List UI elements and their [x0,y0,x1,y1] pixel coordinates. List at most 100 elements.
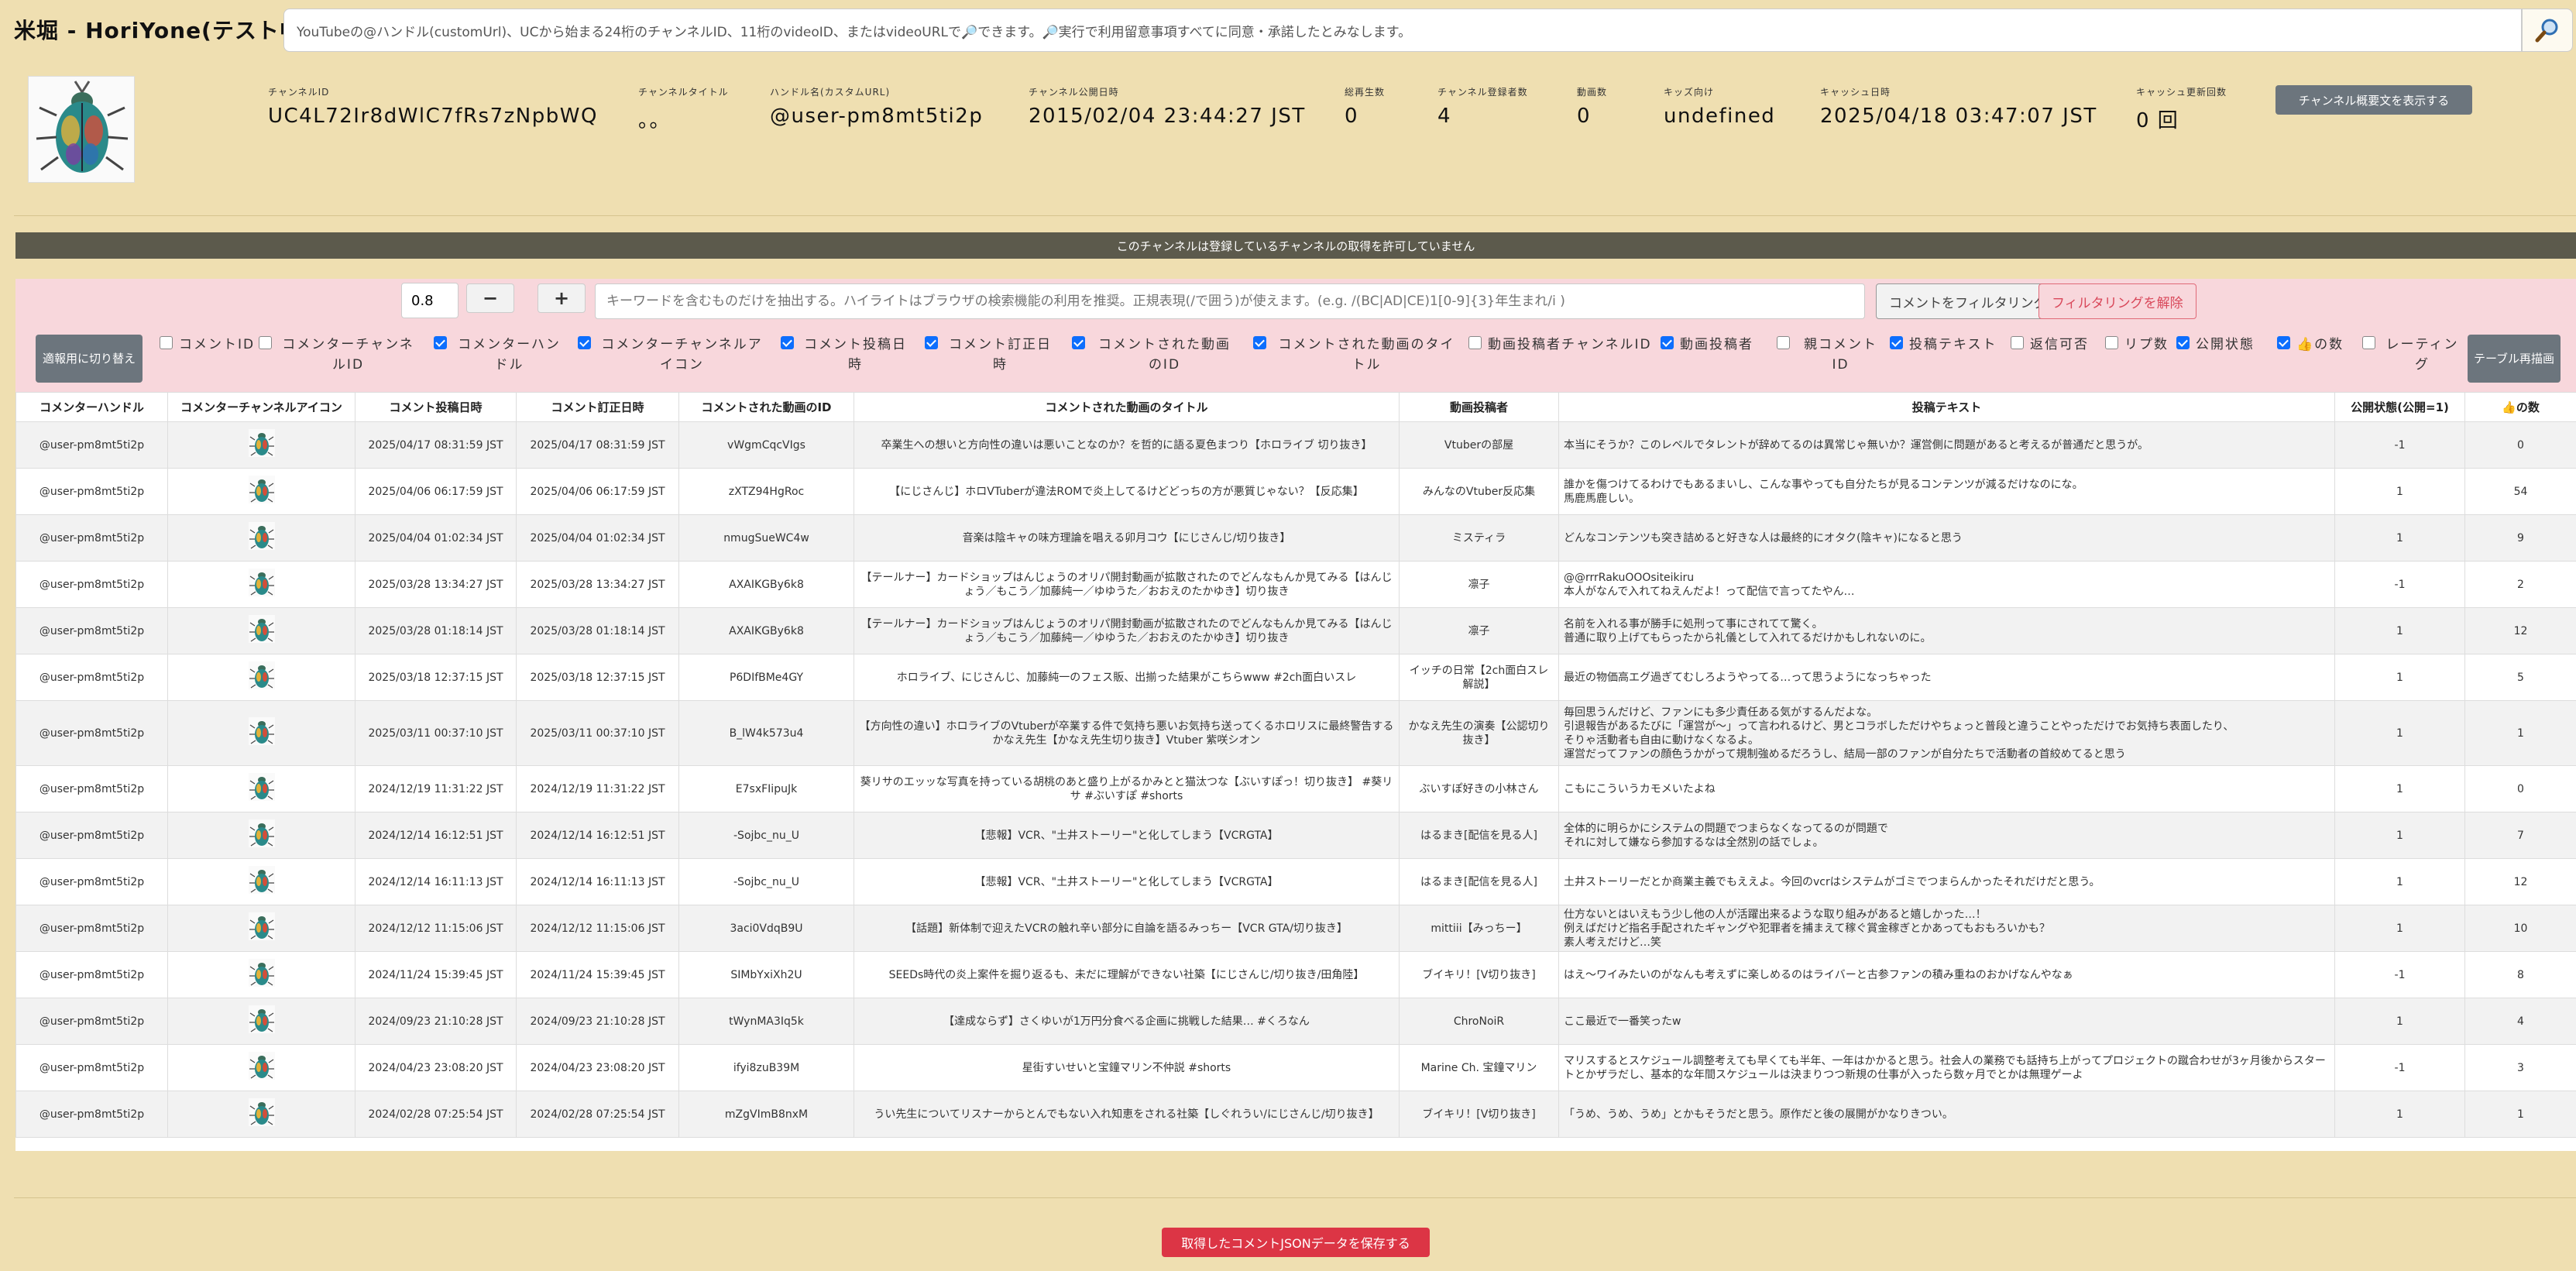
cell-edited: 2024/04/23 23:08:20 JST [516,1044,679,1091]
column-toggle[interactable]: 投稿テキスト [1890,335,2001,355]
column-toggle[interactable]: 動画投稿者チャンネルID [1468,335,1654,355]
show-description-button[interactable]: チャンネル概要文を表示する [2275,85,2472,115]
table-row: @user-pm8mt5ti2p 2024/02/28 07:25:54 JST 2… [15,1091,2576,1138]
info-label: ハンドル名(カスタムURL) [770,87,891,98]
column-toggle[interactable]: リプ数 [2105,335,2170,355]
checkbox[interactable] [1777,336,1790,349]
column-toggle[interactable]: コメンターチャンネルID [259,335,418,375]
column-header[interactable]: コメンターハンドル [15,392,168,422]
redraw-table-button[interactable]: テーブル再描画 [2468,335,2561,383]
info-value: 。。 [638,109,671,132]
column-header[interactable]: コメンターチャンネルアイコン [167,392,355,422]
commenter-avatar-icon [248,429,275,457]
column-header[interactable]: 👍の数 [2464,392,2576,422]
cell-handle: @user-pm8mt5ti2p [15,1091,168,1138]
divider [14,215,2576,216]
column-header[interactable]: 公開状態(公開=1) [2334,392,2465,422]
checkbox[interactable] [2105,336,2118,349]
cell-title: 【テールナー】カードショップはんじょうのオリパ開封動画が拡散されたのでどんなもん… [854,607,1400,654]
column-toggle[interactable]: コメントされた動画のタイトル [1253,335,1461,375]
table-row: @user-pm8mt5ti2p 2024/09/23 21:10:28 JST 2… [15,998,2576,1045]
checkbox[interactable] [259,336,272,349]
checkbox[interactable] [781,336,794,349]
increment-button[interactable]: + [538,283,586,313]
cell-uploader: 凛子 [1399,561,1559,608]
column-toggle[interactable]: コメントされた動画のID [1072,335,1238,375]
column-toggle[interactable]: 👍の数 [2277,335,2358,355]
column-toggle[interactable]: 返信可否 [2011,335,2097,355]
column-toggle[interactable]: 公開状態 [2176,335,2268,355]
comments-table-container: コメンターハンドル コメンターチャンネルアイコン コメント投稿日時 コメント訂正… [15,392,2576,1151]
column-toggle[interactable]: コメント訂正日時 [925,335,1056,375]
checkbox[interactable] [434,336,447,349]
cell-handle: @user-pm8mt5ti2p [15,998,168,1045]
cell-avatar [167,905,355,952]
keyword-input[interactable] [595,283,1865,319]
table-row: @user-pm8mt5ti2p 2024/12/14 16:12:51 JST 2… [15,812,2576,859]
info-value: undefined [1664,105,1776,128]
info-value: 2025/04/18 03:47:07 JST [1820,105,2097,128]
checkbox[interactable] [578,336,591,349]
column-toggle-label: 動画投稿者チャンネルID [1488,337,1652,352]
save-json-button[interactable]: 取得したコメントJSONデータを保存する [1162,1228,1430,1257]
cell-avatar [167,951,355,998]
column-header[interactable]: コメントされた動画のID [678,392,854,422]
column-toggle-label: コメンターチャンネルID [282,337,414,373]
switch-mode-button[interactable]: 適報用に切り替え [36,335,143,383]
column-toggle[interactable]: コメント投稿日時 [781,335,911,375]
decrement-button[interactable]: − [466,283,514,313]
column-toggle-label: コメントされた動画のタイトル [1278,337,1455,373]
threshold-input[interactable] [401,283,459,318]
table-row: @user-pm8mt5ti2p 2024/04/23 23:08:20 JST 2… [15,1044,2576,1091]
cell-likes: 12 [2464,858,2576,905]
info-value: UC4L72Ir8dWlC7fRs7zNpbWQ [268,105,598,128]
cell-video-id: zXTZ94HgRoc [678,468,854,515]
search-button[interactable] [2522,9,2573,52]
checkbox[interactable] [2362,336,2375,349]
cell-uploader: ChroNoiR [1399,998,1559,1045]
info-label: 総再生数 [1345,87,1386,98]
clear-filter-button[interactable]: フィルタリングを解除 [2038,283,2196,319]
cell-posted: 2025/03/18 12:37:15 JST [355,654,517,701]
checkbox[interactable] [2176,336,2190,349]
cell-text: 仕方ないとはいえもう少し他の人が活躍出来るような取り組みがあると嬉しかった…！ … [1558,905,2335,952]
cell-handle: @user-pm8mt5ti2p [15,765,168,812]
cell-likes: 7 [2464,812,2576,859]
cell-video-id: B_lW4k573u4 [678,700,854,766]
checkbox[interactable] [1468,336,1482,349]
column-toggle-label: コメント投稿日時 [804,337,907,373]
info-view-count: 総再生数 0 [1345,85,1385,128]
search-input[interactable] [283,9,2522,52]
checkbox[interactable] [1661,336,1674,349]
checkbox[interactable] [1253,336,1266,349]
cell-posted: 2025/03/11 00:37:10 JST [355,700,517,766]
checkbox[interactable] [925,336,938,349]
column-header[interactable]: コメントされた動画のタイトル [854,392,1400,422]
column-toggle[interactable]: コメンターチャンネルアイコン [578,335,767,375]
cell-posted: 2025/04/04 01:02:34 JST [355,514,517,562]
cell-avatar [167,421,355,469]
checkbox[interactable] [2277,336,2290,349]
column-toggle[interactable]: コメンターハンドル [434,335,565,375]
column-toggle[interactable]: 親コメントID [1777,335,1885,375]
checkbox[interactable] [2011,336,2024,349]
column-header[interactable]: コメント投稿日時 [355,392,517,422]
checkbox[interactable] [1890,336,1903,349]
checkbox[interactable] [160,336,173,349]
column-header[interactable]: コメント訂正日時 [516,392,679,422]
info-handle: ハンドル名(カスタムURL) @user-pm8mt5ti2p [770,85,983,128]
filter-comments-button[interactable]: コメントをフィルタリング [1876,283,2060,319]
column-toggle[interactable]: コメントID [160,335,256,355]
cell-status: 1 [2334,765,2465,812]
checkbox[interactable] [1072,336,1085,349]
column-toggle[interactable]: レーティング [2362,335,2463,375]
cell-likes: 2 [2464,561,2576,608]
cell-handle: @user-pm8mt5ti2p [15,951,168,998]
cell-uploader: mittiii【みっちー】 [1399,905,1559,952]
column-header[interactable]: 投稿テキスト [1558,392,2335,422]
column-header[interactable]: 動画投稿者 [1399,392,1559,422]
cell-text: どんなコンテンツも突き詰めると好きな人は最終的にオタク(陰キャ)になると思う [1558,514,2335,562]
cell-status: 1 [2334,905,2465,952]
cell-uploader: ブイキリ！[V切り抜き] [1399,1091,1559,1138]
column-toggle[interactable]: 動画投稿者 [1661,335,1757,355]
